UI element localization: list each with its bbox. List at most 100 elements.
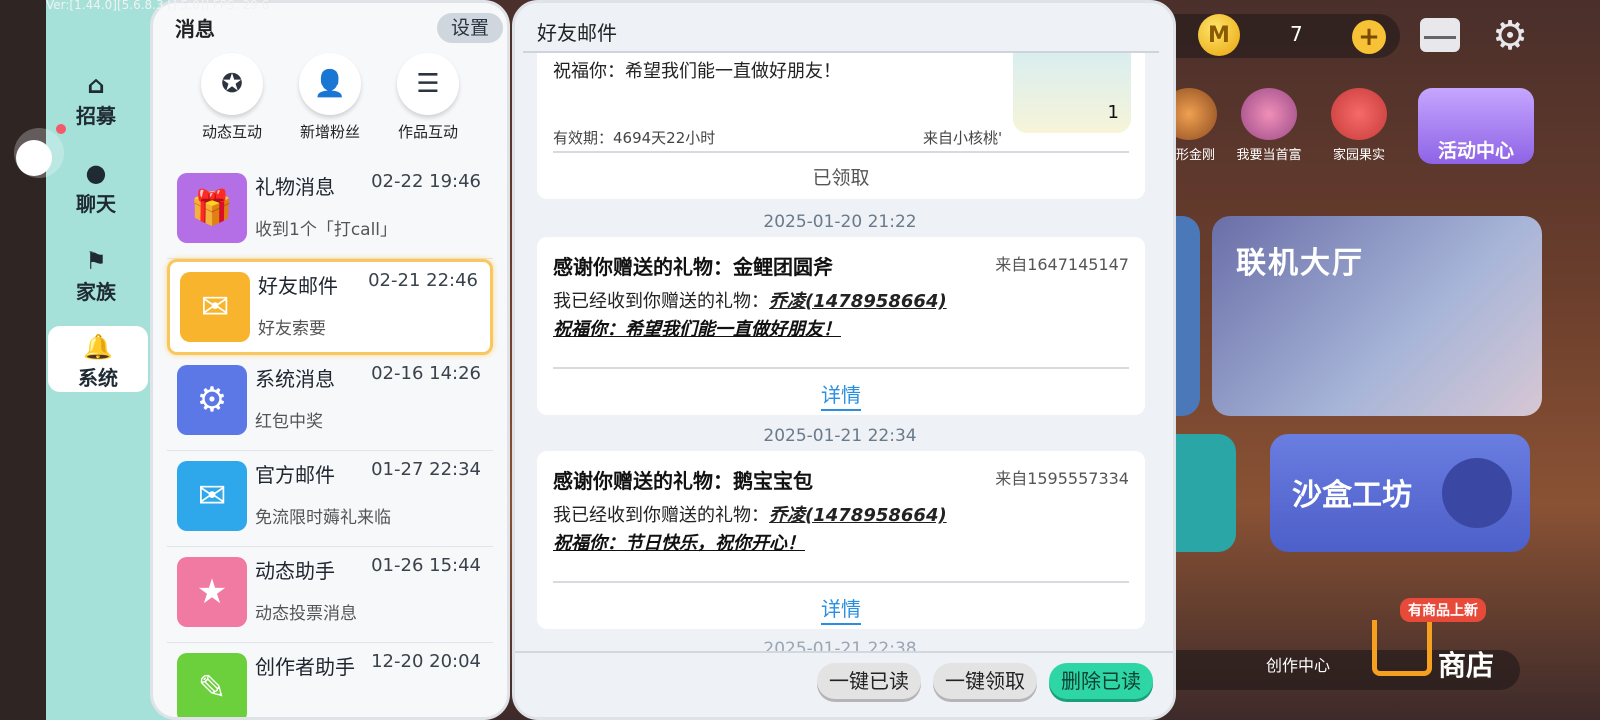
list-item-creator-assistant[interactable]: ✎ 创作者助手 12-20 20:04 [167, 643, 493, 717]
star-icon: ✪ [201, 53, 263, 115]
shop-button[interactable]: 商店 [1438, 644, 1494, 684]
mail-card: 感谢你赠送的礼物：鹅宝宝包 来自1595557334 我已经收到你赠送的礼物：乔… [537, 451, 1145, 629]
mail-from: 来自1647145147 [995, 255, 1129, 274]
friend-mail-panel: 好友邮件 祝福你：希望我们能一直做好朋友！ 1 有效期：4694天22小时 来自… [512, 0, 1176, 720]
creator-icon: ✎ [177, 653, 247, 717]
list-item-gift[interactable]: 🎁 礼物消息 02-22 19:46 收到1个「打call」 [167, 163, 493, 259]
item-name: 礼物消息 [255, 175, 335, 199]
item-name: 系统消息 [255, 367, 335, 391]
add-coin-button[interactable]: + [1352, 20, 1386, 54]
mail-card-claimed: 祝福你：希望我们能一直做好朋友！ 1 有效期：4694天22小时 来自小核桃' … [537, 53, 1145, 199]
coin-count: 7 [1290, 22, 1303, 46]
hammer-icon [1442, 458, 1512, 528]
activity-label: 我要当首富 [1236, 148, 1302, 163]
settings-button[interactable]: 设置 [437, 13, 503, 43]
nav-chat[interactable]: ● 聊天 [46, 158, 146, 228]
item-preview: 收到1个「打call」 [255, 220, 398, 240]
activity-center-button[interactable]: 活动中心 [1418, 88, 1534, 164]
mail-from: 来自小核桃' [923, 129, 1003, 147]
card-divider [553, 367, 1129, 369]
mailbox-icon[interactable] [1420, 18, 1460, 52]
activity-richest[interactable]: 我要当首富 [1236, 88, 1302, 163]
bell-icon: 🔔 [83, 333, 113, 361]
floating-ball-handle[interactable] [16, 140, 52, 176]
card-divider [553, 581, 1129, 583]
envelope-icon: ✉ [177, 461, 247, 531]
quick-label: 动态互动 [201, 123, 262, 141]
coin-icon: M [1198, 14, 1240, 56]
item-time: 01-26 15:44 [371, 555, 481, 576]
bookmark-icon: ★ [177, 557, 247, 627]
claimed-status: 已领取 [812, 167, 870, 189]
version-fps-text: Ver:[1.44.0][5.6.8.3 [] 5.0]] FPS: 29.6 [46, 0, 270, 12]
sender-name: 乔凌(1478958664) [769, 291, 947, 312]
new-fan-icon: 👤 [299, 53, 361, 115]
quick-dynamic-interaction[interactable]: ✪ 动态互动 [187, 53, 277, 142]
item-preview: 好友索要 [258, 319, 326, 339]
list-item-official-mail[interactable]: ✉ 官方邮件 01-27 22:34 免流限时薅礼来临 [167, 451, 493, 547]
item-time: 02-21 22:46 [368, 270, 478, 291]
panel-title: 消息 [175, 17, 215, 41]
card-divider [553, 151, 1129, 153]
home-icon: ⌂ [87, 71, 105, 99]
activity-home-fruit[interactable]: 家园果实 [1326, 88, 1392, 163]
mail-date: 2025-01-20 21:22 [763, 212, 917, 232]
lobby-title: 联机大厅 [1236, 246, 1364, 281]
settings-gear-icon[interactable]: ⚙ [1490, 16, 1530, 56]
list-item-friend-mail[interactable]: ✉ 好友邮件 02-21 22:46 好友索要 [167, 259, 493, 355]
details-link[interactable]: 详情 [537, 379, 1145, 411]
quick-label: 作品互动 [397, 123, 458, 141]
nav-label: 聊天 [76, 192, 116, 216]
quick-label: 新增粉丝 [299, 123, 360, 141]
list-item-dynamic-assistant[interactable]: ★ 动态助手 01-26 15:44 动态投票消息 [167, 547, 493, 643]
item-preview: 免流限时薅礼来临 [255, 508, 391, 528]
quick-works-interaction[interactable]: ☰ 作品互动 [383, 53, 473, 142]
claim-all-button[interactable]: 一键领取 [933, 663, 1037, 699]
nav-label: 系统 [78, 366, 118, 390]
item-name: 动态助手 [255, 559, 335, 583]
multiplayer-lobby-card[interactable]: 联机大厅 [1212, 216, 1542, 416]
mail-body: 我已经收到你赠送的礼物：乔凌(1478958664) [553, 501, 947, 527]
item-time: 02-16 14:26 [371, 363, 481, 384]
gift-icon: 🎁 [177, 173, 247, 243]
details-label: 详情 [821, 597, 861, 625]
mail-body: 我已经收到你赠送的礼物：乔凌(1478958664) [553, 287, 947, 313]
nav-family[interactable]: ⚑ 家族 [46, 246, 146, 316]
list-item-system[interactable]: ⚙ 系统消息 02-16 14:26 红包中奖 [167, 355, 493, 451]
mail-actions-bar: 一键已读 一键领取 删除已读 [515, 651, 1173, 717]
body-prefix: 我已经收到你赠送的礼物： [553, 505, 769, 526]
item-time: 12-20 20:04 [371, 651, 481, 672]
item-preview: 红包中奖 [255, 412, 323, 432]
sender-name: 乔凌(1478958664) [769, 505, 947, 526]
mail-title: 感谢你赠送的礼物：金鲤团圆斧 [553, 255, 833, 279]
item-time: 02-22 19:46 [371, 171, 481, 192]
gear-icon: ⚙ [177, 365, 247, 435]
flag-icon: ⚑ [85, 247, 107, 275]
nav-label: 招募 [76, 104, 116, 128]
mail-card: 感谢你赠送的礼物：金鲤团圆斧 来自1647145147 我已经收到你赠送的礼物：… [537, 237, 1145, 415]
friend-mail-icon: ✉ [180, 272, 250, 342]
body-prefix: 我已经收到你赠送的礼物： [553, 291, 769, 312]
shop-new-badge: 有商品上新 [1400, 598, 1486, 622]
mail-title: 感谢你赠送的礼物：鹅宝宝包 [553, 469, 813, 493]
details-link[interactable]: 详情 [537, 593, 1145, 625]
creator-center-button[interactable]: 创作中心 [1266, 652, 1330, 676]
sandbox-workshop-card[interactable]: 沙盒工坊 [1270, 434, 1530, 552]
gift-count: 1 [1107, 102, 1119, 123]
read-all-button[interactable]: 一键已读 [817, 663, 921, 699]
message-panel: 消息 设置 ✪ 动态互动 👤 新增粉丝 ☰ 作品互动 🎁 礼物消息 02-22 19:… [150, 0, 510, 720]
gift-item[interactable]: 1 [1013, 53, 1131, 133]
quick-new-fans[interactable]: 👤 新增粉丝 [285, 53, 375, 142]
notification-dot [56, 124, 66, 134]
mail-date: 2025-01-21 22:34 [763, 426, 917, 446]
item-time: 01-27 22:34 [371, 459, 481, 480]
nav-label: 家族 [76, 280, 116, 304]
nav-system[interactable]: 🔔 系统 [48, 326, 148, 392]
details-label: 详情 [821, 383, 861, 411]
item-preview: 动态投票消息 [255, 604, 357, 624]
item-name: 官方邮件 [255, 463, 335, 487]
shop-cart-icon[interactable] [1372, 620, 1432, 676]
list-icon: ☰ [397, 53, 459, 115]
delete-read-button[interactable]: 删除已读 [1049, 663, 1153, 699]
mail-wish: 祝福你：希望我们能一直做好朋友！ [553, 61, 841, 82]
